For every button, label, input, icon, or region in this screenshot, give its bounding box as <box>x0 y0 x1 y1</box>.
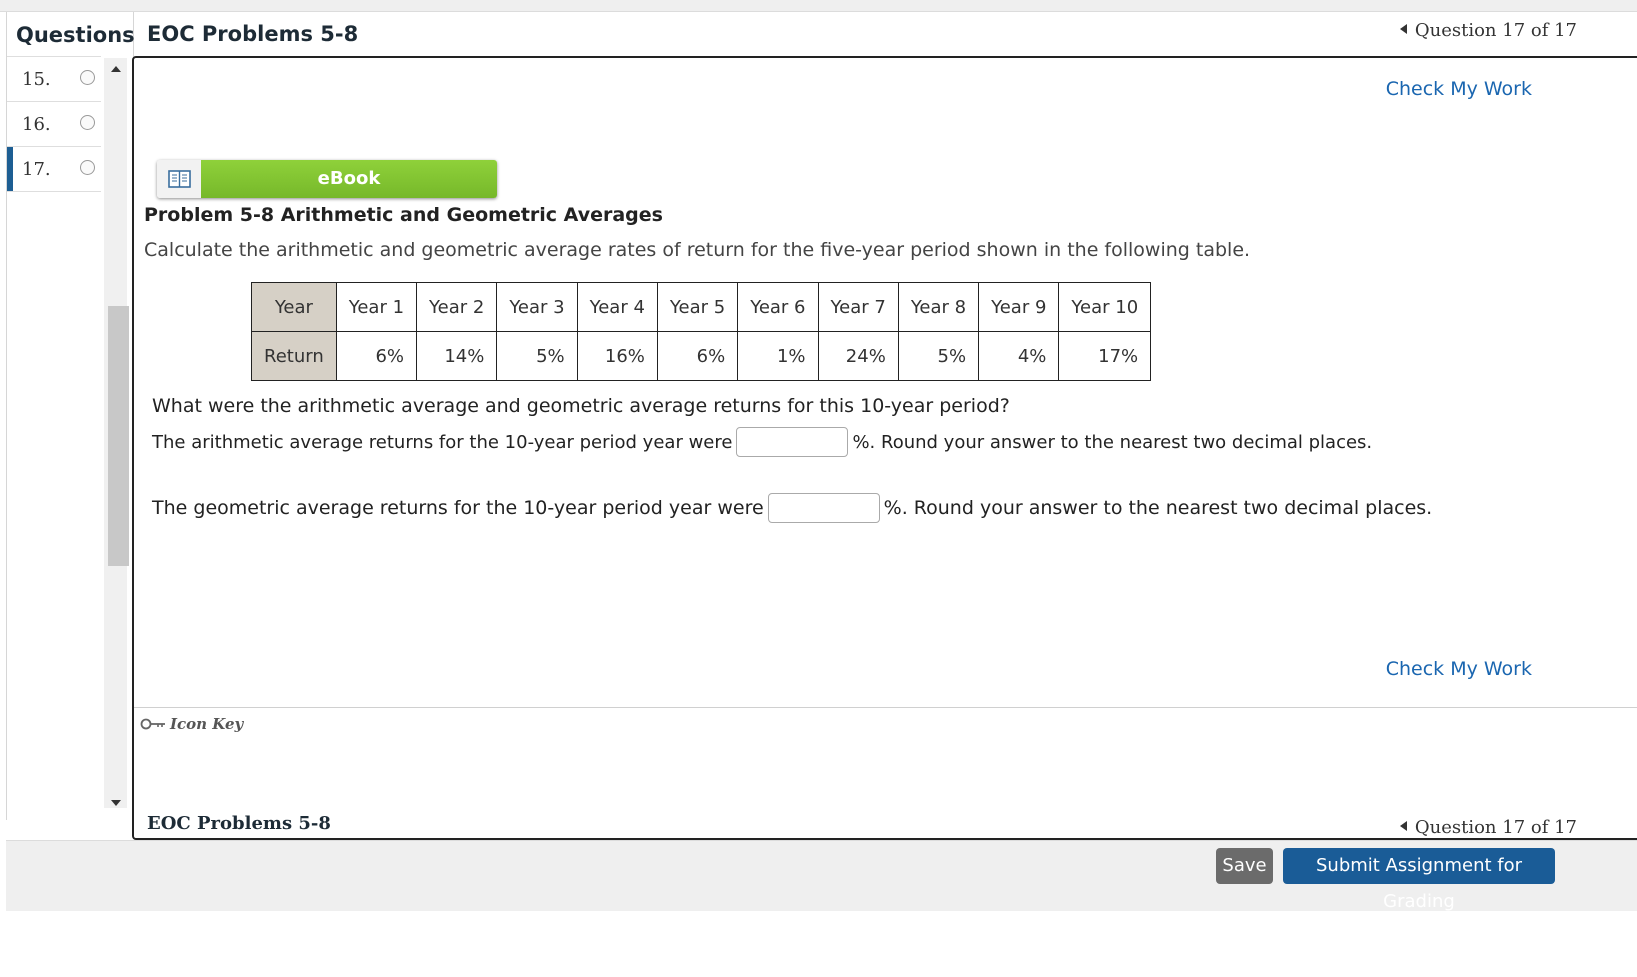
question-counter: Question 17 of 17 <box>1414 817 1577 838</box>
submit-assignment-button[interactable]: Submit Assignment for Grading <box>1283 848 1555 912</box>
scrollbar-thumb[interactable] <box>108 306 129 566</box>
save-button[interactable]: Save <box>1216 848 1273 884</box>
questions-title: Questions <box>16 23 135 47</box>
questions-scrollbar[interactable] <box>104 58 129 808</box>
question-number: 15. <box>22 69 51 90</box>
geometric-prefix: The geometric average returns for the 10… <box>152 497 764 519</box>
question-number: 16. <box>22 114 51 135</box>
question-counter: Question 17 of 17 <box>1414 20 1577 41</box>
year-cell: Year 6 <box>737 282 819 332</box>
scroll-up-arrow-icon[interactable] <box>111 66 121 72</box>
question-content: Check My Work eBook Problem 5-8 Arithmet… <box>132 56 1637 840</box>
content-divider <box>134 707 1637 708</box>
arithmetic-average-input[interactable] <box>736 427 849 457</box>
check-my-work-link-top[interactable]: Check My Work <box>1386 78 1532 100</box>
return-cell: 16% <box>576 331 658 381</box>
year-cell: Year 9 <box>978 282 1060 332</box>
geometric-answer-line: The geometric average returns for the 10… <box>152 493 1432 523</box>
question-nav-top[interactable]: Question 17 of 17 <box>1399 20 1577 41</box>
ebook-button[interactable]: eBook <box>157 160 497 198</box>
problem-title: Problem 5-8 Arithmetic and Geometric Ave… <box>144 204 663 226</box>
assignment-title-bottom: EOC Problems 5-8 <box>147 813 331 834</box>
assignment-title: EOC Problems 5-8 <box>147 22 359 46</box>
geometric-suffix: %. Round your answer to the nearest two … <box>883 497 1433 519</box>
year-cell: Year 2 <box>416 282 498 332</box>
check-my-work-link-bottom[interactable]: Check My Work <box>1386 658 1532 680</box>
question-text: What were the arithmetic average and geo… <box>152 395 1010 417</box>
top-strip <box>0 0 1637 12</box>
geometric-average-input[interactable] <box>767 493 880 523</box>
return-cell: 5% <box>496 331 578 381</box>
table-row: Year Year 1 Year 2 Year 3 Year 4 Year 5 … <box>251 282 1152 332</box>
key-icon <box>140 718 165 730</box>
arithmetic-prefix: The arithmetic average returns for the 1… <box>152 431 733 453</box>
return-cell: 6% <box>656 331 739 381</box>
question-item-16[interactable]: 16. <box>7 101 101 147</box>
year-cell: Year 5 <box>656 282 739 332</box>
year-cell: Year 1 <box>335 282 418 332</box>
year-cell: Year 3 <box>496 282 578 332</box>
arithmetic-suffix: %. Round your answer to the nearest two … <box>852 431 1373 453</box>
return-cell: 5% <box>897 331 980 381</box>
question-item-15[interactable]: 15. <box>7 56 101 102</box>
year-cell: Year 4 <box>576 282 658 332</box>
question-number: 17. <box>22 159 51 180</box>
ebook-label: eBook <box>201 160 497 198</box>
book-icon <box>157 160 201 198</box>
icon-key-link[interactable]: Icon Key <box>140 715 243 733</box>
return-cell: 24% <box>817 331 899 381</box>
returns-table: Year Year 1 Year 2 Year 3 Year 4 Year 5 … <box>251 282 1152 381</box>
return-cell: 6% <box>335 331 418 381</box>
year-cell: Year 8 <box>897 282 980 332</box>
question-item-17[interactable]: 17. <box>7 146 101 192</box>
footer-bar: Save Submit Assignment for Grading <box>6 840 1637 912</box>
previous-arrow-icon[interactable] <box>1399 24 1407 34</box>
return-cell: 17% <box>1058 331 1152 381</box>
question-status-radio <box>80 160 95 175</box>
question-status-radio <box>80 115 95 130</box>
return-row-label: Return <box>251 331 337 381</box>
return-cell: 1% <box>737 331 819 381</box>
question-nav-bottom[interactable]: Question 17 of 17 <box>1399 817 1577 838</box>
questions-panel: Questions 15. 16. 17. <box>6 12 135 820</box>
return-cell: 4% <box>978 331 1060 381</box>
year-header-label: Year <box>251 282 337 332</box>
scroll-down-arrow-icon[interactable] <box>111 800 121 806</box>
table-row: Return 6% 14% 5% 16% 6% 1% 24% 5% 4% 17% <box>251 331 1152 381</box>
previous-arrow-icon[interactable] <box>1399 821 1407 831</box>
problem-description: Calculate the arithmetic and geometric a… <box>144 239 1251 261</box>
arithmetic-answer-line: The arithmetic average returns for the 1… <box>152 427 1372 457</box>
year-cell: Year 7 <box>817 282 899 332</box>
year-cell: Year 10 <box>1058 282 1152 332</box>
return-cell: 14% <box>416 331 498 381</box>
icon-key-label: Icon Key <box>170 715 244 733</box>
question-status-radio <box>80 70 95 85</box>
